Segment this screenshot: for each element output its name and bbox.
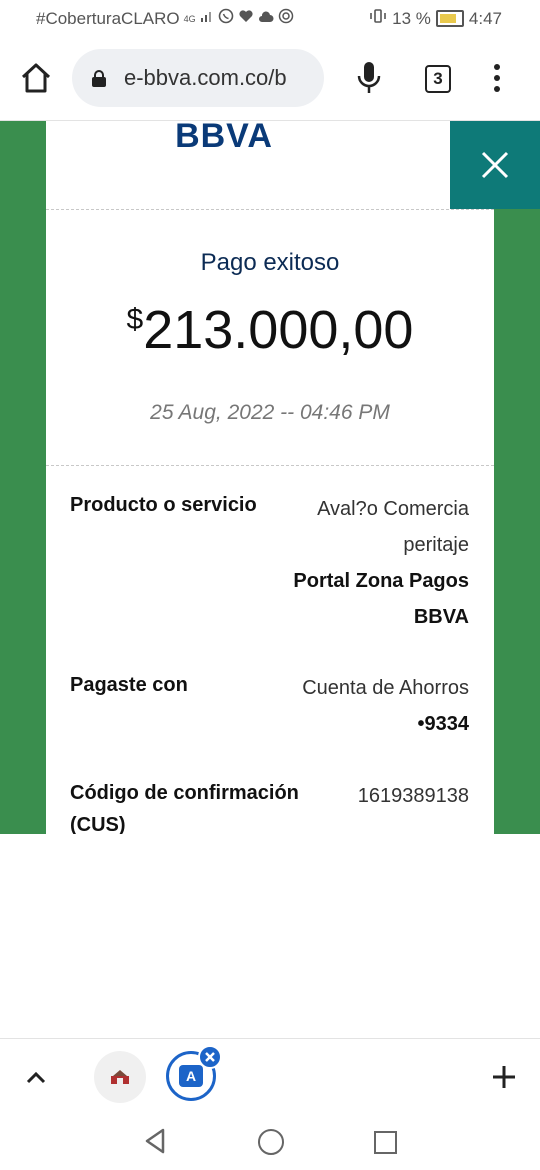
divider (46, 465, 494, 466)
close-tab-button[interactable] (198, 1045, 222, 1069)
back-button[interactable] (144, 1128, 166, 1159)
confirmation-label-line: (CUS) (70, 814, 126, 834)
confirmation-code-value: 1619389138 (357, 785, 469, 807)
heart-icon (238, 9, 254, 28)
lock-icon (92, 70, 106, 87)
paid-with-value: Cuenta de Ahorros •9334 (302, 670, 469, 742)
status-right: 13 % 4:47 (369, 8, 502, 29)
menu-dot (494, 64, 500, 70)
payment-amount: $213.000,00 (46, 299, 494, 361)
recent-apps-button[interactable] (374, 1131, 397, 1154)
address-bar[interactable]: e-bbva.com.co/b (72, 49, 324, 107)
plus-icon (493, 1066, 515, 1088)
browser-toolbar: e-bbva.com.co/b 3 (0, 38, 540, 121)
chevron-up-icon (26, 1071, 46, 1084)
back-triangle-icon (145, 1128, 165, 1154)
product-label: Producto o servicio (70, 494, 257, 516)
hotspot-icon (278, 8, 294, 29)
vibrate-icon (369, 8, 387, 29)
close-icon (481, 151, 509, 179)
payment-date: 25 Aug, 2022 -- 04:46 PM (150, 401, 390, 424)
bbva-logo: BBVA (175, 121, 273, 155)
product-name-line: Aval?o Comercia (317, 498, 469, 520)
expand-tabs-button[interactable] (24, 1067, 48, 1087)
voice-search-button[interactable] (356, 60, 382, 96)
divider (46, 209, 494, 210)
battery-percent: 13 % (392, 8, 431, 28)
provider-name-line: BBVA (413, 606, 469, 628)
account-number: •9334 (417, 713, 470, 735)
confirmation-code-label: Código de confirmación (CUS) (70, 777, 299, 834)
cloud-icon (258, 10, 274, 28)
url-text[interactable]: e-bbva.com.co/b (124, 65, 314, 91)
status-left: #CoberturaCLARO 4G (36, 8, 294, 29)
status-bar: #CoberturaCLARO 4G 13 % 4:47 (0, 0, 540, 38)
microphone-icon (357, 62, 381, 93)
payment-status-title: Pago exitoso (200, 249, 340, 276)
site-favicon-icon (111, 1070, 129, 1084)
menu-button[interactable] (492, 64, 502, 94)
close-icon (205, 1052, 215, 1062)
menu-dot (494, 86, 500, 92)
clock-time: 4:47 (468, 8, 502, 28)
provider-name-line: Portal Zona Pagos (293, 570, 469, 592)
tab-thumbnail[interactable] (94, 1051, 146, 1103)
whatsapp-icon (218, 8, 234, 29)
confirmation-label-line: Código de confirmación (70, 782, 299, 804)
currency-symbol: $ (126, 303, 144, 336)
tab-switcher-button[interactable]: 3 (425, 65, 451, 93)
paid-with-label: Pagaste con (70, 674, 188, 696)
menu-dot (494, 75, 500, 81)
signal-icon (200, 9, 214, 28)
product-name-line: peritaje (403, 534, 469, 556)
new-tab-button[interactable] (490, 1063, 518, 1091)
account-type: Cuenta de Ahorros (302, 677, 469, 699)
network-type: 4G (183, 13, 196, 24)
system-navigation-bar (0, 1112, 540, 1170)
amount-value: 213.000,00 (143, 300, 414, 360)
close-button[interactable] (450, 121, 540, 209)
home-button[interactable] (18, 60, 54, 96)
home-icon (21, 63, 51, 93)
web-page: BBVA Pago exitoso $213.000,00 25 Aug, 20… (0, 121, 540, 834)
tab-strip-toolbar: A (0, 1038, 540, 1113)
home-circle-button[interactable] (258, 1129, 284, 1155)
product-value: Aval?o Comercia peritaje Portal Zona Pag… (293, 491, 469, 635)
carrier-name: #CoberturaCLARO (36, 8, 180, 28)
battery-icon (435, 10, 464, 27)
active-tab-favicon-icon: A (179, 1065, 203, 1087)
